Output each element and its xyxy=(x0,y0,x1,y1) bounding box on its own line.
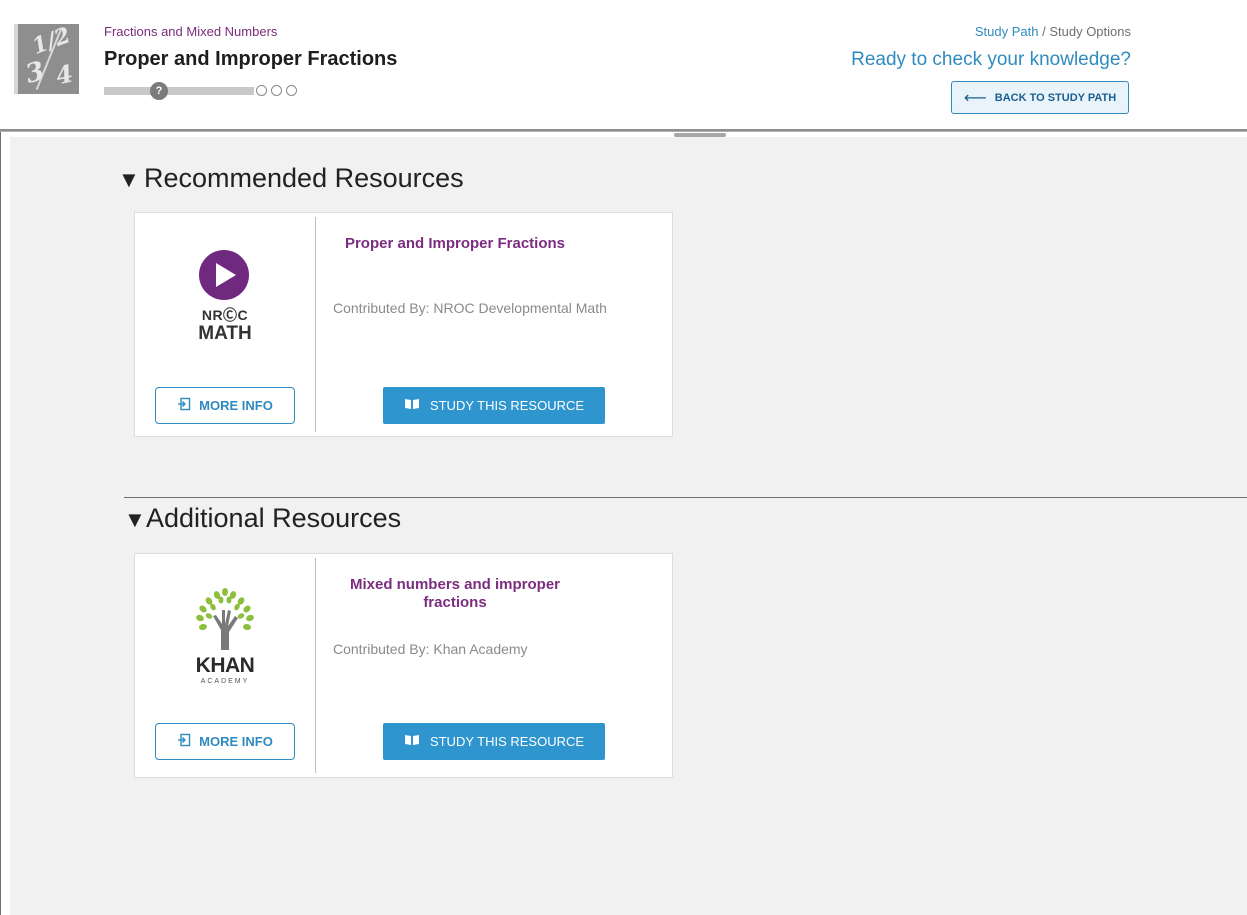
breadcrumb: Study Path / Study Options xyxy=(975,24,1131,39)
page-title: Proper and Improper Fractions xyxy=(104,48,398,70)
header-divider xyxy=(0,129,1247,132)
back-to-study-path-button[interactable]: ⟵ BACK TO STUDY PATH xyxy=(951,81,1129,114)
logo-text: MATH xyxy=(198,323,252,344)
resource-contributor: Contributed By: NROC Developmental Math xyxy=(333,300,607,316)
play-icon xyxy=(199,250,249,300)
card-divider xyxy=(315,217,316,432)
logo-text: NRⒸC xyxy=(201,307,249,323)
nroc-math-logo: NRⒸC MATH xyxy=(135,213,315,373)
more-info-label: MORE INFO xyxy=(199,398,273,413)
progress-indicator: ? xyxy=(104,82,324,100)
progress-marker[interactable]: ? xyxy=(150,82,168,100)
section-title: Additional Resources xyxy=(146,503,402,533)
topic-label: Fractions and Mixed Numbers xyxy=(104,24,278,39)
logo-text: ACADEMY xyxy=(200,678,250,685)
more-info-label: MORE INFO xyxy=(199,734,273,749)
progress-step-dot xyxy=(256,85,267,96)
tree-icon xyxy=(196,588,254,650)
section-title: Recommended Resources xyxy=(144,163,464,193)
resource-card: KHAN ACADEMY Mixed numbers and improper … xyxy=(134,553,673,778)
study-this-resource-button[interactable]: STUDY THIS RESOURCE xyxy=(383,723,605,760)
book-icon xyxy=(404,734,420,749)
ready-prompt: Ready to check your knowledge? xyxy=(851,49,1131,70)
resource-title[interactable]: Proper and Improper Fractions xyxy=(335,235,575,253)
study-this-resource-button[interactable]: STUDY THIS RESOURCE xyxy=(383,387,605,424)
breadcrumb-separator: / xyxy=(1042,24,1046,39)
resource-title[interactable]: Mixed numbers and improper fractions xyxy=(335,576,575,612)
triangle-down-icon: ▼ xyxy=(124,507,146,532)
section-heading-recommended[interactable]: ▼ Recommended Resources xyxy=(118,163,464,194)
resource-contributor: Contributed By: Khan Academy xyxy=(333,641,528,657)
section-heading-additional[interactable]: ▼Additional Resources xyxy=(124,503,401,534)
breadcrumb-study-options: Study Options xyxy=(1049,24,1131,39)
section-separator xyxy=(124,497,1247,498)
book-icon xyxy=(404,398,420,413)
study-label: STUDY THIS RESOURCE xyxy=(429,734,585,749)
study-label: STUDY THIS RESOURCE xyxy=(429,398,585,413)
more-info-button[interactable]: MORE INFO xyxy=(155,723,295,760)
progress-bar xyxy=(104,87,254,95)
login-icon xyxy=(177,397,191,414)
progress-step-dot xyxy=(271,85,282,96)
triangle-down-icon: ▼ xyxy=(118,167,140,192)
topic-thumbnail: 1/2 3 4 xyxy=(14,24,79,94)
login-icon xyxy=(177,733,191,750)
logo-text: KHAN xyxy=(195,654,255,677)
card-divider xyxy=(315,558,316,773)
more-info-button[interactable]: MORE INFO xyxy=(155,387,295,424)
khan-academy-logo: KHAN ACADEMY xyxy=(135,554,315,714)
back-button-label: BACK TO STUDY PATH xyxy=(994,91,1117,104)
breadcrumb-study-path[interactable]: Study Path xyxy=(975,24,1039,39)
progress-step-dot xyxy=(286,85,297,96)
header: 1/2 3 4 Fractions and Mixed Numbers Prop… xyxy=(0,0,1247,131)
arrow-left-icon: ⟵ xyxy=(963,89,987,107)
resource-card: NRⒸC MATH Proper and Improper Fractions … xyxy=(134,212,673,437)
